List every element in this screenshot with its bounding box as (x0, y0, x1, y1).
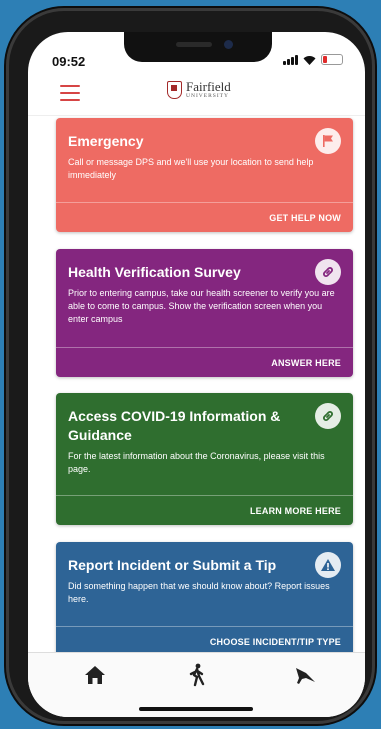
university-logo: Fairfield UNIVERSITY (167, 80, 231, 100)
walking-person-icon (189, 663, 205, 687)
emergency-card[interactable]: Emergency Call or message DPS and we'll … (56, 118, 353, 232)
covid-info-card[interactable]: Access COVID-19 Information & Guidance F… (56, 393, 353, 525)
signal-icon (283, 54, 298, 65)
link-icon (315, 403, 341, 429)
logo-subtitle: UNIVERSITY (186, 93, 229, 99)
home-icon (85, 666, 105, 684)
logo-name: Fairfield (186, 79, 231, 94)
card-title: Health Verification Survey (68, 264, 241, 280)
tab-home[interactable] (80, 663, 110, 687)
health-survey-card[interactable]: Health Verification Survey Prior to ente… (56, 249, 353, 377)
status-indicators (283, 54, 343, 65)
learn-more-button[interactable]: LEARN MORE HERE (56, 495, 353, 525)
phone-frame: 09:52 Fairfield UNIVERSITY Emergency Cal… (6, 8, 375, 724)
tab-announcements[interactable] (290, 663, 320, 687)
card-description: For the latest information about the Cor… (68, 451, 325, 474)
home-indicator[interactable] (139, 707, 253, 711)
phone-screen: 09:52 Fairfield UNIVERSITY Emergency Cal… (28, 32, 365, 717)
warning-icon (315, 552, 341, 578)
app-header: Fairfield UNIVERSITY (28, 80, 365, 116)
megaphone-icon (296, 668, 315, 684)
link-icon (315, 259, 341, 285)
answer-here-button[interactable]: ANSWER HERE (56, 347, 353, 377)
battery-icon (321, 54, 343, 65)
speaker (176, 42, 212, 47)
tab-walk[interactable] (182, 663, 212, 687)
wifi-icon (303, 55, 316, 65)
card-description: Prior to entering campus, take our healt… (68, 288, 335, 324)
card-description: Did something happen that we should know… (68, 581, 330, 604)
front-camera (224, 40, 233, 49)
card-title: Emergency (68, 133, 144, 149)
notch (124, 32, 272, 62)
status-time: 09:52 (52, 54, 86, 69)
get-help-now-button[interactable]: GET HELP NOW (56, 202, 353, 232)
report-incident-card[interactable]: Report Incident or Submit a Tip Did some… (56, 542, 353, 656)
crest-icon (167, 80, 182, 99)
card-title: Access COVID-19 Information & Guidance (68, 408, 281, 443)
card-description: Call or message DPS and we'll use your l… (68, 157, 314, 180)
menu-button[interactable] (60, 85, 80, 101)
flag-icon (315, 128, 341, 154)
card-title: Report Incident or Submit a Tip (68, 557, 277, 573)
card-list: Emergency Call or message DPS and we'll … (28, 118, 365, 656)
